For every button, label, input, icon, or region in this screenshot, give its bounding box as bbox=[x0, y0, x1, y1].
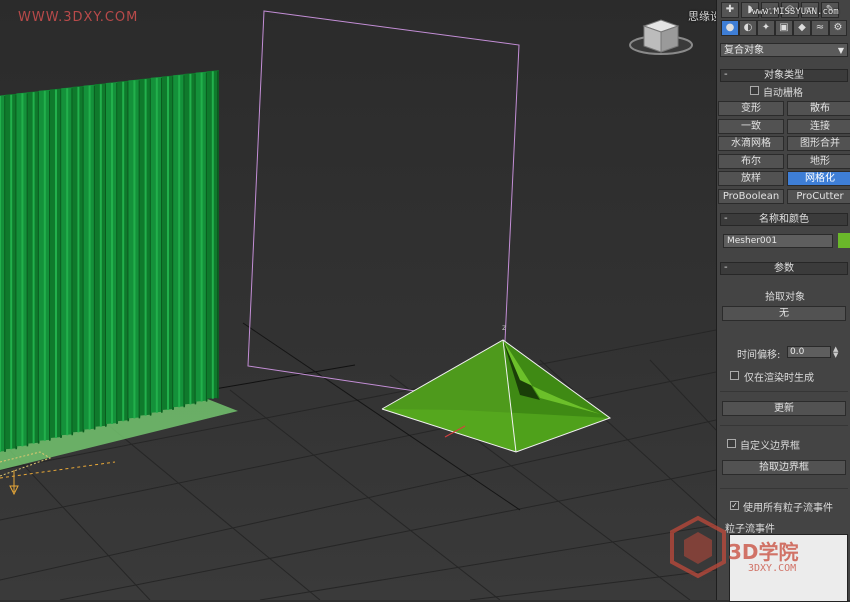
object-type-button[interactable]: ProBoolean bbox=[718, 189, 784, 204]
geometry-icon[interactable]: ● bbox=[721, 20, 739, 36]
object-type-button[interactable]: 地形 bbox=[787, 154, 850, 169]
collapse-icon: - bbox=[724, 69, 728, 81]
object-type-button[interactable]: 散布 bbox=[787, 101, 850, 116]
watermark-text: WWW.3DXY.COM bbox=[18, 10, 138, 25]
panel-tabs: ✚ ◗ ⋯ ◎ ▭ ✎ ● ◐ ✦ ▣ ◆ ≈ ⚙ bbox=[719, 0, 850, 38]
helpers-icon[interactable]: ◆ bbox=[793, 20, 811, 36]
viewcube-icon bbox=[630, 20, 692, 54]
emitter-plane-frame bbox=[248, 11, 519, 404]
rollout-title: 名称和颜色 bbox=[759, 214, 809, 225]
object-type-button[interactable]: 布尔 bbox=[718, 154, 784, 169]
time-offset-input[interactable]: 0.0 bbox=[787, 346, 831, 358]
object-type-button[interactable]: 水滴网格 bbox=[718, 136, 784, 151]
custom-bbox-label: 自定义边界框 bbox=[740, 437, 800, 452]
object-color-swatch[interactable] bbox=[838, 233, 850, 248]
chevron-down-icon: ▼ bbox=[838, 44, 844, 58]
object-type-button[interactable]: 放样 bbox=[718, 171, 784, 186]
collapse-icon: - bbox=[724, 262, 728, 274]
category-dropdown-value: 复合对象 bbox=[724, 45, 764, 56]
time-offset-label: 时间偏移: bbox=[737, 346, 780, 361]
pivot-axis-label: z bbox=[502, 323, 506, 332]
lights-icon[interactable]: ✦ bbox=[757, 20, 775, 36]
systems-icon[interactable]: ⚙ bbox=[829, 20, 847, 36]
category-dropdown[interactable]: 复合对象 ▼ bbox=[720, 43, 848, 57]
object-name-field[interactable]: Mesher001 bbox=[723, 234, 833, 248]
rollout-object-type[interactable]: - 对象类型 bbox=[720, 69, 848, 82]
create-icon[interactable]: ✚ bbox=[721, 2, 739, 18]
curtain-object bbox=[0, 70, 219, 452]
render-only-checkbox[interactable] bbox=[730, 371, 739, 380]
spacewarps-icon[interactable]: ≈ bbox=[811, 20, 829, 36]
logo-cube-icon bbox=[668, 514, 728, 584]
divider bbox=[720, 425, 848, 426]
cameras-icon[interactable]: ▣ bbox=[775, 20, 793, 36]
mesher-pyramid-object bbox=[382, 340, 610, 452]
pick-object-label: 拾取对象 bbox=[765, 288, 805, 303]
rollout-title: 参数 bbox=[774, 263, 794, 274]
object-type-button[interactable]: 一致 bbox=[718, 119, 784, 134]
collapse-icon: - bbox=[724, 213, 728, 225]
divider bbox=[720, 391, 848, 392]
watermark-url: www.MISSYUAN.com bbox=[752, 7, 839, 17]
shapes-icon[interactable]: ◐ bbox=[739, 20, 757, 36]
scene-canvas[interactable]: z bbox=[0, 0, 716, 600]
object-type-button[interactable]: 网格化 bbox=[787, 171, 850, 186]
autogrid-checkbox[interactable] bbox=[750, 86, 759, 95]
watermark-logo-title: 3D学院 bbox=[728, 536, 799, 565]
object-type-button[interactable]: ProCutter bbox=[787, 189, 850, 204]
object-type-button[interactable]: 连接 bbox=[787, 119, 850, 134]
spinner-arrows-icon[interactable]: ▲▼ bbox=[833, 346, 838, 358]
pick-bbox-button[interactable]: 拾取边界框 bbox=[722, 460, 846, 475]
pick-object-button[interactable]: 无 bbox=[722, 306, 846, 321]
object-type-button[interactable]: 变形 bbox=[718, 101, 784, 116]
custom-bbox-checkbox[interactable] bbox=[727, 439, 736, 448]
rollout-name-color[interactable]: - 名称和颜色 bbox=[720, 213, 848, 226]
watermark-logo-url: 3DXY.COM bbox=[748, 563, 796, 574]
update-button[interactable]: 更新 bbox=[722, 401, 846, 416]
rollout-title: 对象类型 bbox=[764, 70, 804, 81]
render-only-label: 仅在渲染时生成 bbox=[744, 369, 814, 384]
rollout-parameters[interactable]: - 参数 bbox=[720, 262, 848, 275]
divider bbox=[720, 488, 848, 489]
watermark-logo: 3D学院 3DXY.COM bbox=[668, 506, 848, 596]
autogrid-label: 自动栅格 bbox=[763, 84, 803, 99]
object-type-button[interactable]: 图形合并 bbox=[787, 136, 850, 151]
perspective-viewport[interactable]: z WWW.3DXY.COM bbox=[0, 0, 716, 600]
